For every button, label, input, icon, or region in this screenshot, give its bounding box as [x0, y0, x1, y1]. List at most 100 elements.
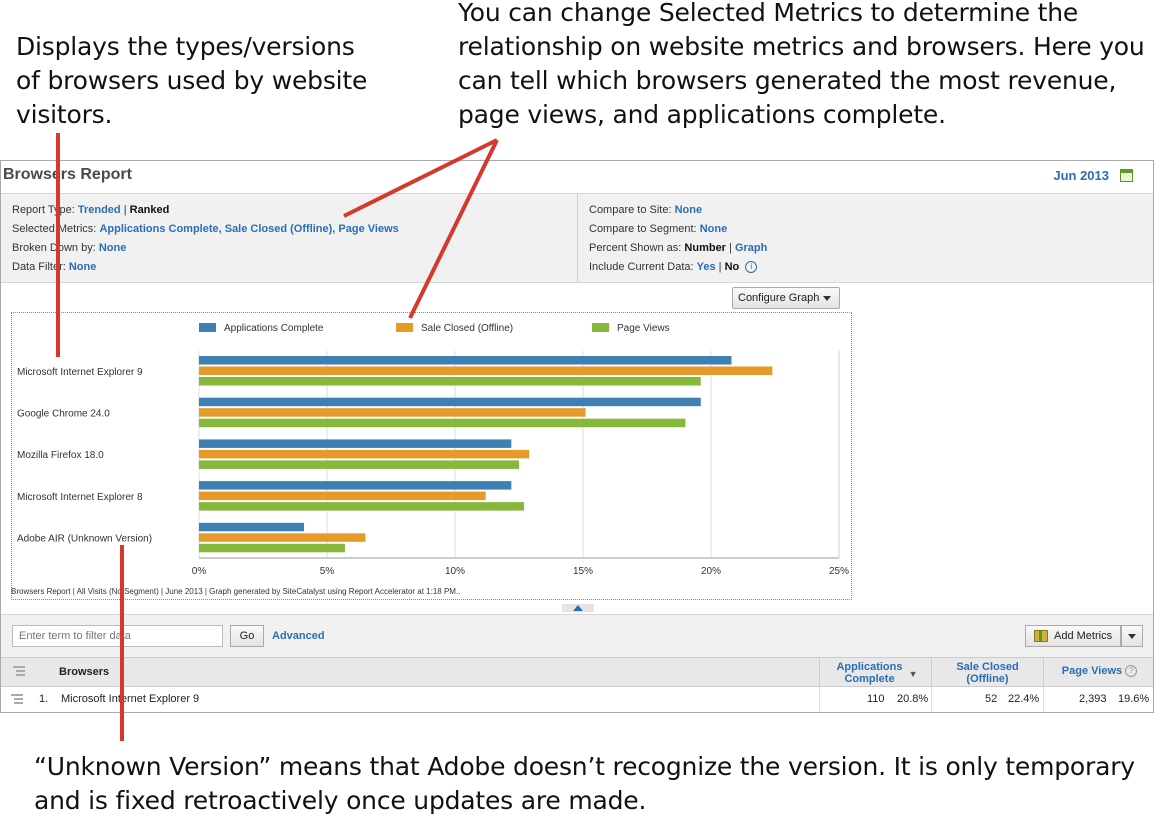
compare-segment-link[interactable]: None [700, 223, 728, 235]
category-label: Microsoft Internet Explorer 9 [17, 367, 143, 378]
collapse-graph-toggle[interactable] [562, 604, 594, 612]
callout-selected-metrics: You can change Selected Metrics to deter… [458, 0, 1145, 129]
percent-shown-row: Percent Shown as: Number | Graph [589, 242, 767, 261]
compare-site-label: Compare to Site: [589, 204, 672, 216]
applications-complete-value: 110 [867, 693, 885, 705]
calendar-icon[interactable] [1120, 169, 1133, 182]
applications-complete-header-label: Applications Complete [836, 661, 903, 685]
bar-chart: 0% 5% 10% 15% 20% 25% Applications Complete Sal… [17, 323, 849, 577]
legend-label: Page Views [617, 323, 670, 334]
ranked-option: Ranked [129, 204, 170, 216]
legend-swatch [396, 323, 413, 332]
report-title: Browsers Report [3, 166, 132, 183]
yes-link[interactable]: Yes [697, 261, 716, 273]
sale-closed-percent: 22.4% [1008, 693, 1040, 705]
separator: | [729, 242, 732, 254]
category-label: Adobe AIR (Unknown Version) [17, 534, 152, 545]
separator: | [718, 261, 722, 273]
applications-complete-percent: 20.8% [897, 693, 929, 705]
compare-segment-row: Compare to Segment: None [589, 223, 767, 242]
page-views-percent: 19.6% [1118, 693, 1150, 705]
x-tick-label: 20% [701, 566, 721, 577]
bar [199, 481, 512, 490]
bar [199, 397, 701, 407]
chevron-down-icon [823, 296, 831, 301]
chart-area: 0% 5% 10% 15% 20% 25% Applications Complete Sal… [11, 312, 852, 600]
page-views-header-label: Page Views [1061, 665, 1123, 677]
bar [199, 356, 732, 365]
callout-line-browsers [56, 133, 60, 357]
x-tick-label: 5% [320, 566, 335, 577]
bar [199, 533, 366, 542]
bar [199, 449, 530, 459]
report-header: Browsers Report Jun 2013 [1, 161, 1153, 191]
category-label: Google Chrome 24.0 [17, 408, 110, 419]
broken-down-label: Broken Down by: [12, 242, 96, 254]
tree-icon[interactable] [11, 694, 23, 705]
browsers-column-header[interactable]: Browsers [59, 658, 109, 686]
browser-name[interactable]: Microsoft Internet Explorer 9 [61, 686, 199, 712]
x-tick-label: 25% [829, 566, 849, 577]
selected-metrics-label: Selected Metrics: [12, 223, 97, 235]
bar [199, 366, 773, 375]
table-header: Browsers Applications Complete ▼ Sale Cl… [1, 657, 1153, 687]
page-views-value: 2,393 [1079, 693, 1107, 705]
report-settings: Report Type: Trended | Ranked Selected M… [1, 193, 1153, 283]
add-metrics-label: Add Metrics [1054, 630, 1113, 642]
sale-closed-header-label: Sale Closed (Offline) [956, 661, 1019, 685]
category-label: Mozilla Firefox 18.0 [17, 450, 104, 461]
filter-input[interactable] [12, 625, 223, 647]
date-range-link[interactable]: Jun 2013 [1053, 168, 1109, 183]
percent-shown-label: Percent Shown as: [589, 242, 682, 254]
bar [199, 522, 304, 532]
bar [199, 543, 345, 553]
add-metrics-dropdown[interactable] [1121, 625, 1143, 647]
sale-closed-column-header[interactable]: Sale Closed (Offline) [931, 658, 1043, 686]
report-type-row: Report Type: Trended | Ranked [12, 204, 399, 223]
bar [199, 418, 686, 428]
table-row[interactable]: 1. Microsoft Internet Explorer 9 110 20.… [1, 686, 1153, 712]
compare-segment-label: Compare to Segment: [589, 223, 697, 235]
sale-closed-value: 52 [985, 693, 998, 705]
chart-footer-note: Browsers Report | All Visits (No Segment… [11, 587, 461, 596]
x-tick-label: 15% [573, 566, 593, 577]
data-filter-row: Data Filter: None [12, 261, 399, 280]
tree-icon[interactable] [13, 666, 25, 677]
callout-line-unknown [120, 545, 124, 741]
info-icon[interactable]: i [745, 261, 758, 274]
filter-bar: Go Advanced Add Metrics [1, 614, 1153, 657]
bar [199, 491, 486, 501]
data-filter-link[interactable]: None [69, 261, 97, 273]
selected-metrics-link[interactable]: Applications Complete, Sale Closed (Offl… [99, 223, 398, 235]
broken-down-link[interactable]: None [99, 242, 127, 254]
callout-browsers: Displays the types/versions of browsers … [16, 32, 368, 129]
legend-label: Applications Complete [224, 323, 324, 334]
bar [199, 460, 519, 469]
bar [199, 408, 586, 417]
x-tick-label: 10% [445, 566, 465, 577]
row-number: 1. [39, 693, 49, 705]
bar [199, 377, 701, 386]
help-icon[interactable]: ? [1125, 665, 1138, 678]
graph-link[interactable]: Graph [735, 242, 767, 254]
legend-swatch [199, 323, 216, 332]
trended-link[interactable]: Trended [78, 204, 121, 216]
legend-label: Sale Closed (Offline) [421, 323, 513, 334]
add-metrics-icon [1034, 630, 1048, 642]
page-views-column-header[interactable]: Page Views ? [1043, 658, 1153, 686]
selected-metrics-row: Selected Metrics: Applications Complete,… [12, 223, 399, 242]
go-button[interactable]: Go [230, 625, 264, 647]
broken-down-row: Broken Down by: None [12, 242, 399, 261]
report-type-label: Report Type: [12, 204, 75, 216]
category-label: Microsoft Internet Explorer 8 [17, 492, 143, 503]
configure-graph-button[interactable]: Configure Graph [732, 287, 840, 309]
bar [199, 439, 512, 448]
include-current-row: Include Current Data: Yes | No i [589, 261, 767, 280]
browsers-report-panel: Browsers Report Jun 2013 Report Type: Tr… [0, 160, 1154, 713]
compare-site-link[interactable]: None [675, 204, 703, 216]
advanced-link[interactable]: Advanced [272, 630, 325, 642]
configure-graph-label: Configure Graph [738, 292, 820, 304]
sort-desc-icon: ▼ [908, 669, 918, 679]
legend-swatch [592, 323, 609, 332]
applications-complete-column-header[interactable]: Applications Complete ▼ [819, 658, 931, 686]
